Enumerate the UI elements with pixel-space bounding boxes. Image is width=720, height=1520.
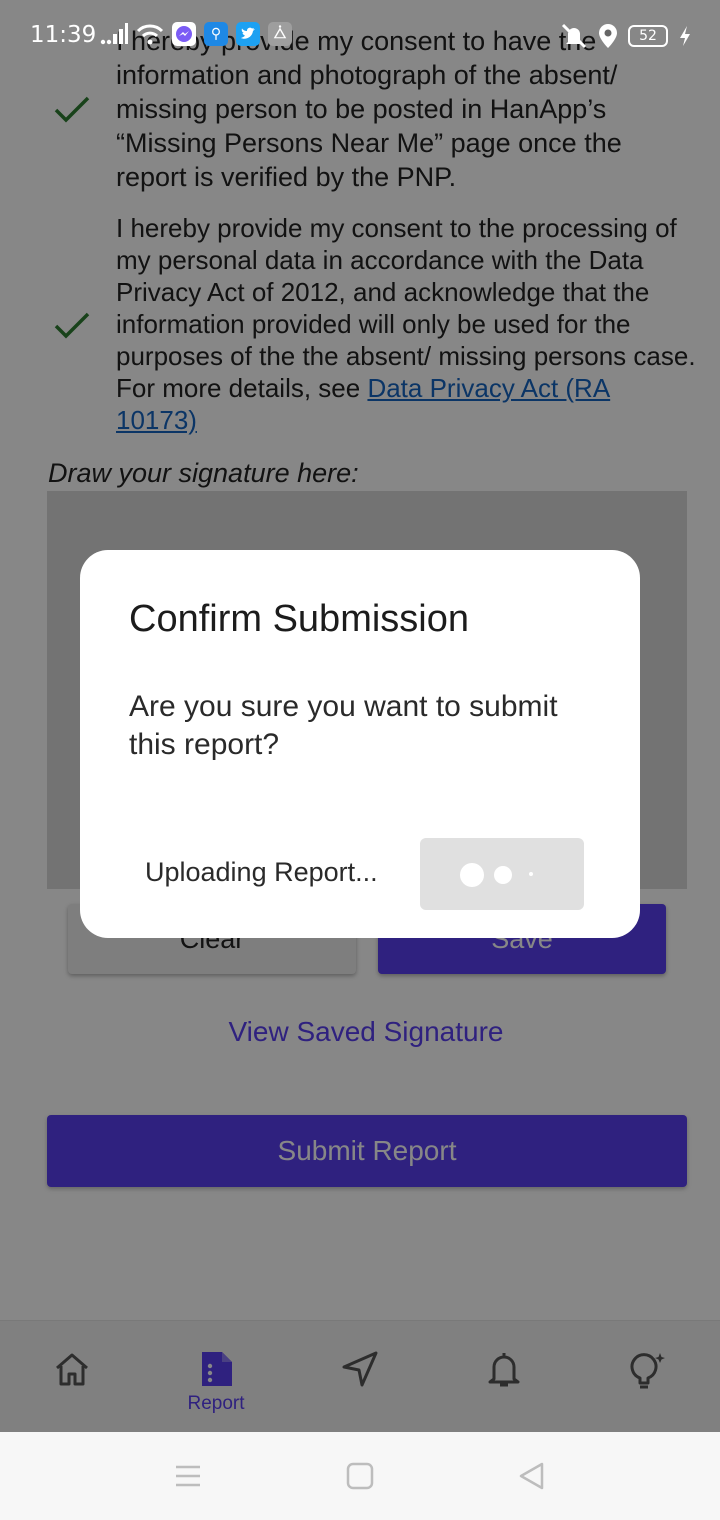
report-screen: I hereby provide my consent to have the … — [0, 0, 720, 1520]
loading-dot — [460, 863, 484, 887]
app-icon: ⧊ — [268, 22, 292, 46]
status-time: 11:39 — [30, 22, 97, 48]
signal-icon — [100, 23, 128, 45]
loading-button[interactable] — [420, 838, 584, 910]
twitter-icon — [236, 22, 260, 46]
loading-dot — [529, 872, 533, 876]
back-icon[interactable] — [518, 1462, 546, 1490]
usb-icon: ⚲ — [204, 22, 228, 46]
messenger-icon — [172, 22, 196, 46]
charging-icon — [680, 26, 690, 46]
battery-icon: 52 — [628, 25, 668, 47]
upload-status-text: Uploading Report... — [145, 857, 378, 887]
location-icon — [599, 24, 617, 48]
system-navigation-bar — [0, 1432, 720, 1520]
confirm-submission-dialog: Confirm Submission Are you sure you want… — [80, 550, 640, 938]
status-right-icons: 52 — [560, 22, 692, 50]
wifi-icon — [136, 24, 164, 45]
loading-dot — [494, 866, 512, 884]
dialog-title: Confirm Submission — [129, 598, 469, 640]
home-square-icon[interactable] — [346, 1462, 374, 1490]
mute-icon — [561, 23, 587, 49]
menu-icon[interactable] — [174, 1462, 202, 1490]
status-left-icons: ⚲ ⧊ — [100, 22, 292, 46]
status-bar: 11:39 ⚲ ⧊ 52 — [0, 0, 720, 56]
dialog-message: Are you sure you want to submit this rep… — [129, 690, 558, 761]
